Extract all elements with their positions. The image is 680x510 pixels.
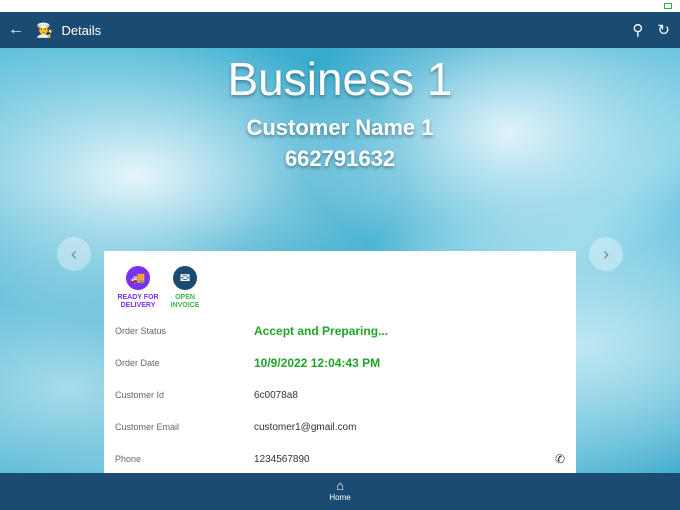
refresh-icon[interactable]: ↻ bbox=[657, 21, 670, 39]
invoice-icon: ✉ bbox=[173, 266, 197, 290]
home-icon: ⌂ bbox=[336, 478, 344, 493]
field-order-status: Order Status Accept and Preparing... bbox=[115, 321, 565, 341]
field-customer-email: Customer Email customer1@gmail.com bbox=[115, 417, 565, 437]
page-title: Details bbox=[61, 22, 102, 38]
open-invoice-button[interactable]: ✉ OPEN INVOICE bbox=[160, 266, 210, 310]
field-label: Customer Id bbox=[115, 390, 165, 400]
home-tab[interactable]: ⌂ Home bbox=[0, 478, 680, 502]
home-label: Home bbox=[329, 493, 351, 502]
action-label: READY FOR DELIVERY bbox=[117, 294, 159, 309]
field-value: 10/9/2022 12:04:43 PM bbox=[254, 356, 381, 370]
app-logo-icon: 🧑‍🍳 bbox=[36, 21, 54, 38]
field-value: customer1@gmail.com bbox=[254, 421, 357, 433]
prev-chevron-icon[interactable]: ‹ bbox=[57, 237, 91, 271]
bottom-nav: ⌂ Home bbox=[0, 473, 680, 510]
field-label: Customer Email bbox=[115, 422, 180, 432]
field-value: Accept and Preparing... bbox=[254, 324, 389, 338]
business-name: Business 1 bbox=[227, 53, 453, 105]
action-label: OPEN INVOICE bbox=[170, 294, 200, 309]
next-chevron-icon[interactable]: › bbox=[589, 237, 623, 271]
field-order-date: Order Date 10/9/2022 12:04:43 PM bbox=[115, 353, 565, 373]
field-label: Phone bbox=[115, 454, 142, 464]
field-label: Order Date bbox=[115, 358, 160, 368]
battery-icon bbox=[664, 3, 672, 9]
status-bar bbox=[0, 0, 680, 12]
field-customer-id: Customer Id 6c0078a8 bbox=[115, 385, 565, 405]
field-phone: Phone 1234567890 ✆ bbox=[115, 449, 565, 469]
field-value: 6c0078a8 bbox=[254, 389, 298, 401]
search-icon[interactable]: ⚲ bbox=[632, 21, 643, 39]
order-details-card: 🚚 READY FOR DELIVERY ✉ OPEN INVOICE Orde… bbox=[104, 251, 576, 473]
back-arrow-icon[interactable]: ← bbox=[8, 21, 24, 39]
field-label: Order Status bbox=[115, 326, 167, 336]
ready-for-delivery-button[interactable]: 🚚 READY FOR DELIVERY bbox=[113, 266, 163, 310]
app-bar: ← 🧑‍🍳 Details ⚲ ↻ bbox=[0, 12, 680, 48]
phone-call-icon[interactable]: ✆ bbox=[555, 452, 565, 466]
field-value: 1234567890 bbox=[254, 453, 310, 465]
customer-name: Customer Name 1 bbox=[246, 115, 434, 140]
customer-phone: 662791632 bbox=[284, 146, 396, 171]
truck-icon: 🚚 bbox=[126, 266, 150, 290]
